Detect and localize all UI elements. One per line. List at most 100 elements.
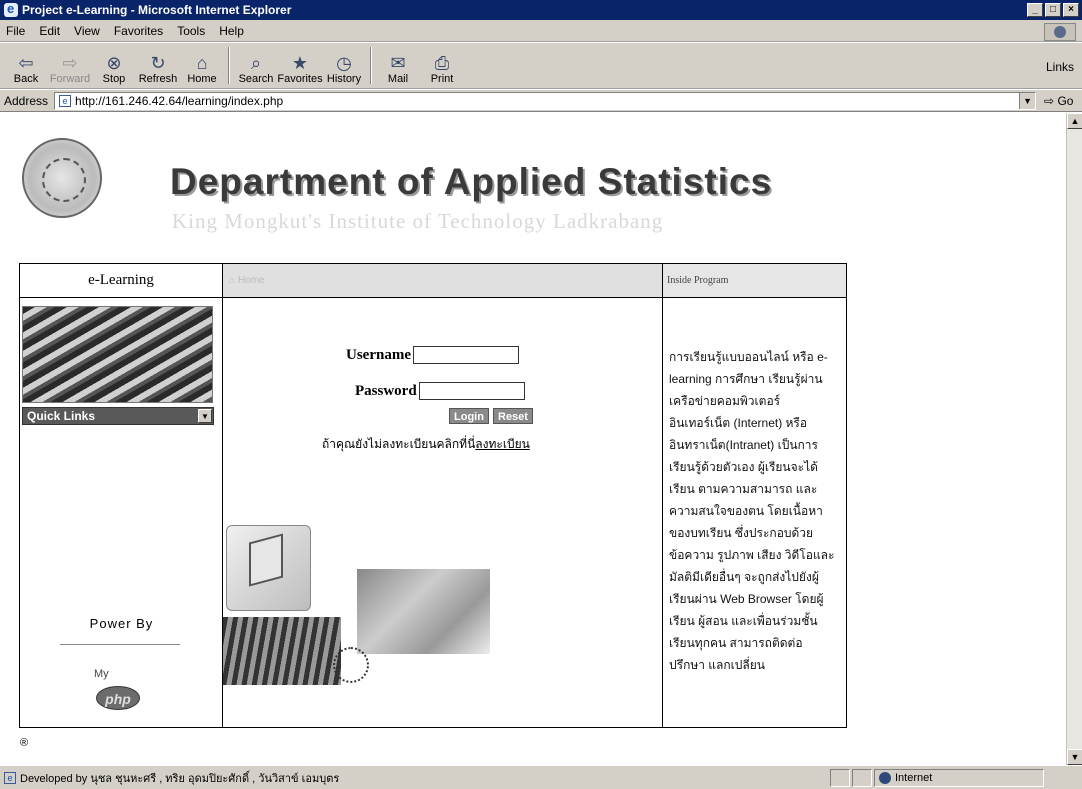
links-button[interactable]: Links [1046,60,1074,74]
minimize-button[interactable]: _ [1027,3,1043,17]
chevron-down-icon[interactable]: ▼ [198,409,212,423]
close-button[interactable]: × [1063,3,1079,17]
menu-view[interactable]: View [74,24,100,38]
mysql-logo-text: My [94,668,109,680]
address-input[interactable]: e http://161.246.42.64/learning/index.ph… [54,91,1037,110]
username-row: Username [346,346,519,364]
address-bar: Address e http://161.246.42.64/learning/… [0,90,1082,112]
print-button[interactable]: ⎙ Print [420,43,464,87]
menu-favorites[interactable]: Favorites [114,24,163,38]
back-label: Back [13,73,39,85]
page-icon: e [59,94,72,107]
favorites-icon: ★ [291,53,309,73]
menu-help[interactable]: Help [219,24,244,38]
home-tab-label: Home [238,275,265,286]
mysql-php-logo: My php [90,666,150,716]
university-seal-icon [22,138,102,218]
window-title: Project e-Learning - Microsoft Internet … [22,3,292,17]
ie-logo-icon [4,1,18,17]
forward-button[interactable]: ⇨ Forward [48,43,92,87]
divider [60,644,180,645]
status-message: e Developed by นุชล ชุนหะศรี , ทริย อุดม… [0,769,830,787]
menu-bar: File Edit View Favorites Tools Help [0,20,1082,42]
refresh-label: Refresh [138,73,178,85]
windows-logo-icon [1044,23,1076,41]
keyboard-hands-image [22,306,213,403]
stop-icon: ⊗ [106,53,122,73]
back-arrow-icon: ⇦ [18,53,34,73]
favorites-label: Favorites [277,73,323,85]
search-button[interactable]: ⌕ Search [234,43,278,87]
center-column: ⌂ Home Username Password Login Reset ถ้า… [223,264,663,727]
home-tab[interactable]: ⌂ Home [223,264,662,298]
history-icon: ◷ [336,53,352,73]
password-row: Password [355,382,525,400]
print-label: Print [430,73,454,85]
home-button[interactable]: ⌂ Home [180,43,224,87]
home-icon: ⌂ [196,53,208,73]
globe-icon [879,771,891,784]
registered-mark: ® [20,737,29,749]
reset-button[interactable]: Reset [493,408,533,424]
network-diagram-icon [333,647,369,683]
toolbar-separator [370,47,372,84]
php-logo-text: php [96,686,140,710]
quick-links-select[interactable]: Quick Links ▼ [22,407,214,425]
mail-label: Mail [387,73,409,85]
register-prompt: ถ้าคุณยังไม่ลงทะเบียนคลิกที่นี่ลงทะเบียน [322,435,530,454]
forward-arrow-icon: ⇨ [62,53,78,73]
vertical-scrollbar[interactable]: ▲ ▼ [1066,113,1082,765]
maximize-button[interactable]: □ [1045,3,1061,17]
history-label: History [326,73,362,85]
password-label: Password [355,382,417,399]
stop-button[interactable]: ⊗ Stop [92,43,136,87]
left-column: e-Learning Quick Links ▼ Power By My php [20,264,223,727]
username-input[interactable] [412,346,519,364]
status-text: Developed by นุชล ชุนหะศรี , ทริย อุดมปิ… [20,772,340,785]
window-controls: _ □ × [1027,3,1079,17]
status-cell [852,768,872,787]
mail-icon: ✉ [390,53,406,73]
menu-file[interactable]: File [6,24,25,38]
chevron-down-icon[interactable]: ▼ [1019,92,1036,109]
forward-label: Forward [49,73,91,85]
register-prompt-text: ถ้าคุณยังไม่ลงทะเบียนคลิกที่นี่ [322,437,476,451]
go-button[interactable]: ⇨ Go [1044,94,1073,108]
toolbar: ⇦ Back ⇨ Forward ⊗ Stop ↻ Refresh ⌂ Home… [0,43,1082,89]
page-icon: e [4,771,16,784]
back-button[interactable]: ⇦ Back [4,43,48,87]
status-bar: e Developed by นุชล ชุนหะศรี , ทริย อุดม… [0,765,1082,789]
favorites-button[interactable]: ★ Favorites [277,43,323,87]
register-link[interactable]: ลงทะเบียน [475,437,530,451]
print-icon: ⎙ [434,53,450,73]
username-label: Username [346,346,411,363]
menu-tools[interactable]: Tools [177,24,205,38]
main-layout-table: e-Learning Quick Links ▼ Power By My php… [19,263,847,728]
scroll-down-icon[interactable]: ▼ [1067,749,1082,765]
go-arrow-icon: ⇨ [1044,93,1055,108]
password-input[interactable] [418,382,525,400]
scroll-up-icon[interactable]: ▲ [1067,113,1082,129]
search-icon: ⌕ [250,53,262,73]
power-by-label: Power By [89,616,154,631]
security-zone: Internet [874,768,1044,787]
history-button[interactable]: ◷ History [322,43,366,87]
mail-button[interactable]: ✉ Mail [376,43,420,87]
menu-edit[interactable]: Edit [39,24,60,38]
refresh-icon: ↻ [150,53,166,73]
toolbar-separator [228,47,230,84]
stop-label: Stop [102,73,126,85]
page-title: Department of Applied Statistics [170,161,773,202]
home-label: Home [187,73,217,85]
status-cell [830,768,850,787]
go-label: Go [1057,93,1074,108]
zone-label: Internet [895,771,933,784]
program-description: การเรียนรู้แบบออนไลน์ หรือ e-learning กา… [669,350,835,672]
page-content: Department of Applied Statistics King Mo… [0,113,1066,765]
elearning-header: e-Learning [20,264,222,298]
home-icon: ⌂ [229,275,236,286]
login-button[interactable]: Login [449,408,489,424]
refresh-button[interactable]: ↻ Refresh [136,43,180,87]
quick-links-label: Quick Links [27,409,96,423]
address-url: http://161.246.42.64/learning/index.php [75,93,284,108]
